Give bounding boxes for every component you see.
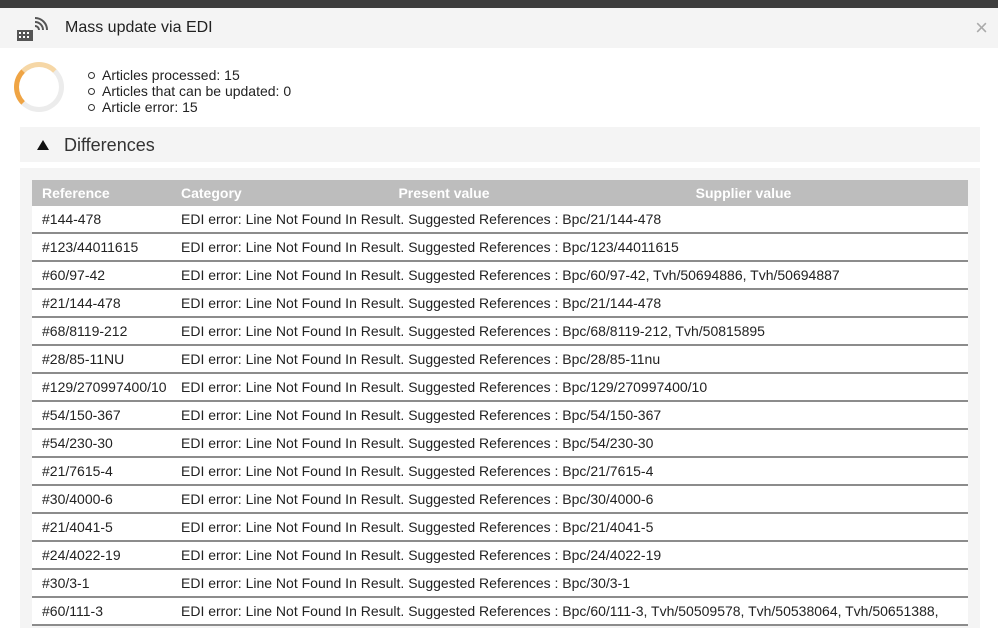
row-reference: #28/85-11NU — [32, 345, 171, 374]
table-header-row: Reference Category Present value Supplie… — [32, 180, 968, 206]
row-category: EDI error: Line Not Found In Result. Sug… — [171, 513, 968, 542]
row-category: EDI error: Line Not Found In Result. Sug… — [171, 206, 968, 234]
row-reference: #21/4041-5 — [32, 513, 171, 542]
column-reference: Reference — [32, 180, 171, 206]
table-row[interactable]: #144-478 EDI error: Line Not Found In Res… — [32, 206, 968, 234]
table-row[interactable]: #21/7615-4 EDI error: Line Not Found In R… — [32, 457, 968, 486]
row-reference: #24/4022-19 — [32, 541, 171, 570]
column-supplier-value: Supplier value — [519, 180, 968, 206]
row-category: EDI error: Line Not Found In Result. Sug… — [171, 345, 968, 374]
differences-panel: Reference Category Present value Supplie… — [20, 168, 980, 628]
table-row[interactable]: #54/230-30 EDI error: Line Not Found In R… — [32, 429, 968, 458]
table-row[interactable]: #123/44011615 EDI error: Line Not Found I… — [32, 233, 968, 262]
stat-updatable: Articles that can be updated: 0 — [87, 83, 292, 99]
edi-keyboard-signal-icon — [17, 17, 48, 41]
differences-toggle[interactable]: Differences — [20, 127, 980, 162]
row-category: EDI error: Line Not Found In Result. Sug… — [171, 541, 968, 570]
differences-label: Differences — [64, 135, 155, 155]
row-reference: #60/97-42 — [32, 261, 171, 290]
table-row[interactable]: #24/4022-19 EDI error: Line Not Found In … — [32, 541, 968, 570]
triangle-up-icon — [37, 140, 49, 150]
row-category: EDI error: Line Not Found In Result. Sug… — [171, 457, 968, 486]
table-row[interactable]: #30/4000-6 EDI error: Line Not Found In R… — [32, 485, 968, 514]
table-row[interactable]: #129/270997400/10 EDI error: Line Not Fou… — [32, 373, 968, 402]
row-category: EDI error: Line Not Found In Result. Sug… — [171, 485, 968, 514]
table-row[interactable]: #60/97-42 EDI error: Line Not Found In Re… — [32, 261, 968, 290]
table-row[interactable]: #68/8119-212 EDI error: Line Not Found In… — [32, 317, 968, 346]
dialog-title: Mass update via EDI — [65, 19, 213, 36]
table-row[interactable]: #30/3-1 EDI error: Line Not Found In Resu… — [32, 569, 968, 598]
row-reference: #123/44011615 — [32, 233, 171, 262]
table-row[interactable]: #21/4041-5 EDI error: Line Not Found In R… — [32, 513, 968, 542]
stat-errors: Article error: 15 — [87, 99, 291, 115]
row-reference: #21/144-478 — [32, 289, 171, 318]
row-category: EDI error: Line Not Found In Result. Sug… — [171, 261, 968, 290]
table-row[interactable]: #54/150-367 EDI error: Line Not Found In … — [32, 401, 968, 430]
row-reference: #30/4000-6 — [32, 485, 171, 514]
table-row[interactable]: #28/85-11NU EDI error: Line Not Found In … — [32, 345, 968, 374]
row-reference: #129/270997400/10 — [32, 373, 171, 402]
stat-processed: Articles processed: 15 — [87, 67, 291, 83]
close-icon[interactable]: × — [975, 17, 988, 39]
row-reference: #54/150-367 — [32, 401, 171, 430]
row-reference: #21/7615-4 — [32, 457, 171, 486]
row-reference: #144-478 — [32, 206, 171, 234]
row-reference: #30/3-1 — [32, 569, 171, 598]
row-category: EDI error: Line Not Found In Result. Sug… — [171, 233, 968, 262]
window-top-bar — [0, 0, 998, 8]
dialog-header: Mass update via EDI × — [0, 8, 998, 48]
row-category: EDI error: Line Not Found In Result. Sug… — [171, 569, 968, 598]
differences-table: Reference Category Present value Supplie… — [32, 180, 968, 626]
table-row[interactable]: #21/144-478 EDI error: Line Not Found In … — [32, 289, 968, 318]
row-category: EDI error: Line Not Found In Result. Sug… — [171, 373, 968, 402]
row-category: EDI error: Line Not Found In Result. Sug… — [171, 429, 968, 458]
column-category: Category — [171, 180, 369, 206]
row-category: EDI error: Line Not Found In Result. Sug… — [171, 289, 968, 318]
spinner-icon — [14, 62, 64, 112]
row-reference: #54/230-30 — [32, 429, 171, 458]
column-present-value: Present value — [369, 180, 519, 206]
row-reference: #68/8119-212 — [32, 317, 171, 346]
stats-list: Articles processed: 15 Articles that can… — [87, 67, 292, 115]
row-category: EDI error: Line Not Found In Result. Sug… — [171, 317, 968, 346]
table-body: #144-478 EDI error: Line Not Found In Res… — [32, 206, 968, 626]
row-category: EDI error: Line Not Found In Result. Sug… — [171, 401, 968, 430]
